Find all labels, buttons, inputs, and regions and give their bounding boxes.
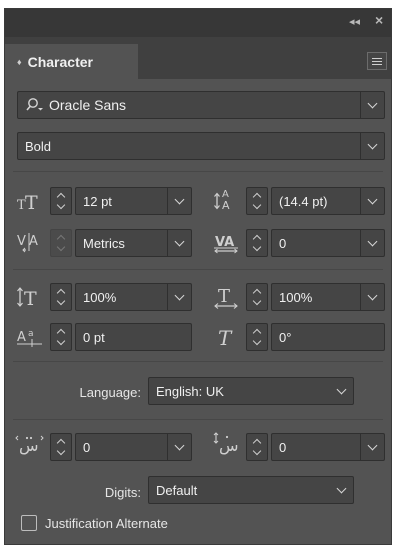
kashida-value: 0: [83, 439, 91, 455]
vertical-scale-value: 100%: [83, 289, 117, 305]
divider: [13, 269, 383, 270]
svg-text:T: T: [218, 286, 230, 307]
chevron-down-icon[interactable]: [167, 284, 191, 310]
svg-text:V: V: [17, 234, 26, 249]
language-dropdown[interactable]: English: UK: [148, 377, 354, 405]
divider: [13, 171, 383, 172]
svg-text:س: س: [19, 436, 39, 455]
kashida-stepper[interactable]: [50, 433, 72, 461]
digits-dropdown[interactable]: Default: [148, 476, 354, 504]
panel-toggle-icon: ♦: [17, 56, 22, 67]
tab-character-label: Character: [27, 53, 93, 70]
leading-icon: A A: [211, 185, 241, 213]
baseline-shift-field[interactable]: 0 pt: [75, 323, 192, 351]
tracking-stepper[interactable]: [246, 229, 268, 257]
chevron-down-icon[interactable]: [329, 477, 353, 503]
leading-value: (14.4 pt): [279, 193, 328, 209]
leading-stepper[interactable]: [246, 187, 268, 215]
justification-alternate-label[interactable]: Justification Alternate: [45, 516, 168, 531]
justification-alternate-checkbox[interactable]: [21, 515, 37, 531]
digits-label: Digits:: [104, 485, 141, 500]
kashida-icon: س: [15, 429, 45, 457]
tracking-field[interactable]: 0: [271, 229, 385, 257]
baseline-shift-stepper[interactable]: [50, 323, 72, 351]
chevron-down-icon[interactable]: [167, 230, 191, 256]
vertical-scale-icon: T: [15, 283, 45, 311]
kerning-stepper[interactable]: [50, 229, 72, 257]
baseline-shift-value: 0 pt: [83, 329, 105, 345]
diacritic-position-icon: س: [211, 429, 241, 457]
tab-character[interactable]: ♦ Character: [5, 44, 138, 79]
tracking-icon: VA: [211, 229, 241, 257]
font-size-value: 12 pt: [83, 193, 112, 209]
svg-text:س: س: [219, 436, 239, 455]
font-size-icon: T T: [15, 187, 45, 215]
skew-value: 0°: [279, 329, 292, 345]
diacritic-position-value: 0: [279, 439, 287, 455]
divider: [13, 361, 383, 362]
chevron-down-icon[interactable]: [329, 378, 353, 404]
skew-icon: T: [211, 323, 241, 351]
chevron-down-icon[interactable]: [167, 434, 191, 460]
language-label: Language:: [79, 385, 141, 400]
vertical-scale-stepper[interactable]: [50, 283, 72, 311]
vertical-scale-field[interactable]: 100%: [75, 283, 192, 311]
font-size-field[interactable]: 12 pt: [75, 187, 192, 215]
search-icon: [18, 97, 45, 113]
diacritic-position-stepper[interactable]: [246, 433, 268, 461]
font-family-dropdown[interactable]: Oracle Sans: [17, 91, 385, 119]
svg-text:A: A: [222, 199, 230, 212]
chevron-down-icon[interactable]: [360, 188, 384, 214]
character-panel: ◂◂ × ♦ Character Oracle Sans Bold T T 12…: [4, 8, 392, 545]
chevron-down-icon[interactable]: [360, 92, 384, 118]
kerning-value: Metrics: [83, 235, 125, 251]
digits-value: Default: [156, 482, 198, 498]
font-size-stepper[interactable]: [50, 187, 72, 215]
font-style-value: Bold: [25, 138, 52, 154]
chevron-down-icon[interactable]: [360, 133, 384, 159]
font-family-value: Oracle Sans: [49, 97, 127, 113]
tab-row: ♦ Character: [5, 37, 391, 79]
svg-text:T: T: [24, 288, 37, 309]
svg-text:a: a: [28, 329, 34, 339]
divider: [13, 419, 383, 420]
svg-text:A: A: [29, 234, 38, 249]
diacritic-position-field[interactable]: 0: [271, 433, 385, 461]
language-value: English: UK: [156, 383, 224, 399]
horizontal-scale-value: 100%: [279, 289, 313, 305]
chevron-down-icon[interactable]: [360, 284, 384, 310]
font-style-dropdown[interactable]: Bold: [17, 132, 385, 160]
chevron-down-icon[interactable]: [360, 434, 384, 460]
skew-field[interactable]: 0°: [271, 323, 385, 351]
panel-titlebar: ◂◂ ×: [5, 9, 391, 37]
chevron-down-icon[interactable]: [360, 230, 384, 256]
svg-text:T: T: [218, 326, 233, 349]
leading-field[interactable]: (14.4 pt): [271, 187, 385, 215]
horizontal-scale-field[interactable]: 100%: [271, 283, 385, 311]
kashida-field[interactable]: 0: [75, 433, 192, 461]
svg-text:T: T: [25, 192, 38, 212]
svg-text:A: A: [17, 330, 26, 345]
horizontal-scale-stepper[interactable]: [246, 283, 268, 311]
kerning-icon: V A: [15, 229, 45, 257]
skew-stepper[interactable]: [246, 323, 268, 351]
tracking-value: 0: [279, 235, 287, 251]
kerning-dropdown[interactable]: Metrics: [75, 229, 192, 257]
close-panel-icon[interactable]: ×: [375, 13, 383, 27]
chevron-down-icon[interactable]: [167, 188, 191, 214]
horizontal-scale-icon: T: [211, 283, 241, 311]
baseline-shift-icon: A a: [15, 323, 45, 351]
collapse-panel-icon[interactable]: ◂◂: [349, 15, 360, 29]
panel-menu-button[interactable]: [367, 52, 387, 70]
